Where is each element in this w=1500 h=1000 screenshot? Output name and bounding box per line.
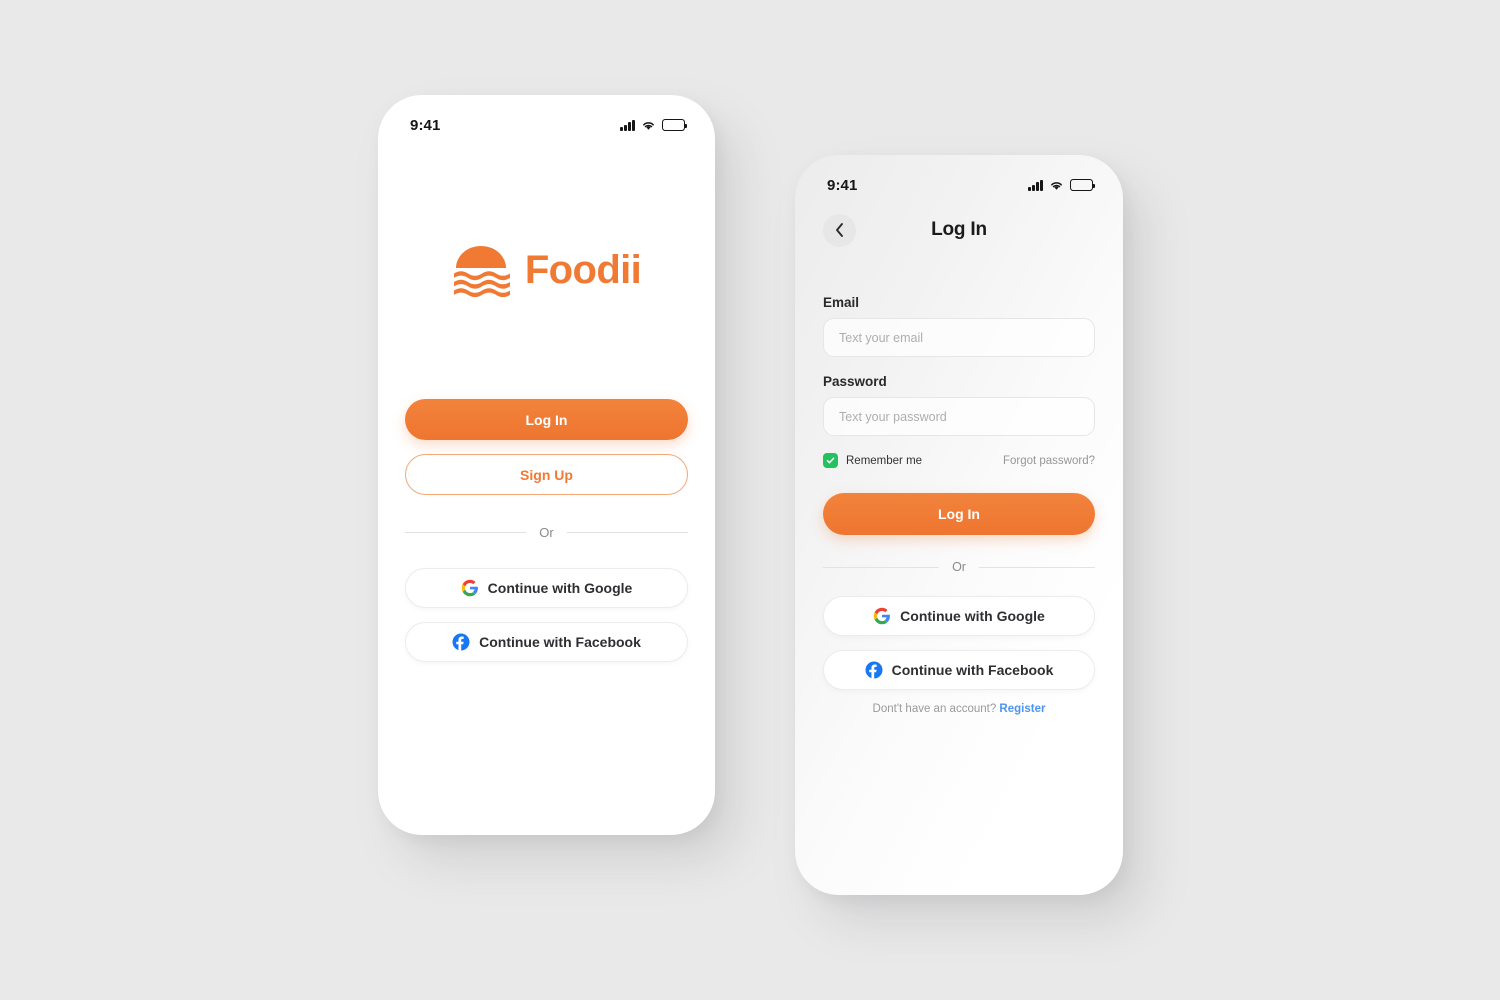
signup-button[interactable]: Sign Up bbox=[405, 454, 688, 495]
social-button-spacer bbox=[823, 636, 1095, 650]
continue-with-facebook-label: Continue with Facebook bbox=[479, 634, 641, 650]
checkbox-checked[interactable] bbox=[823, 453, 838, 468]
google-icon bbox=[873, 607, 891, 625]
remember-row: Remember me Forgot password? bbox=[823, 453, 1095, 468]
login-navbar: Log In bbox=[823, 201, 1095, 259]
register-link[interactable]: Register bbox=[999, 703, 1045, 715]
login-phone-frame: 9:41 Log In Email Password bbox=[795, 155, 1123, 895]
status-icon-group bbox=[1028, 179, 1095, 191]
email-input[interactable] bbox=[823, 318, 1095, 357]
divider-line-right bbox=[978, 566, 1096, 568]
continue-with-facebook-button[interactable]: Continue with Facebook bbox=[823, 650, 1095, 690]
page-title: Log In bbox=[931, 219, 987, 240]
divider-line-left bbox=[405, 532, 527, 533]
continue-with-facebook-label: Continue with Facebook bbox=[891, 662, 1054, 678]
email-label: Email bbox=[823, 295, 860, 310]
cellular-signal-icon bbox=[1028, 179, 1043, 191]
wifi-icon bbox=[1051, 181, 1062, 190]
login-content: Log In Email Password Remember me Forgot… bbox=[795, 201, 1123, 715]
brand-logo: Foodii bbox=[405, 141, 688, 399]
or-divider: Or bbox=[823, 560, 1096, 574]
continue-with-google-button[interactable]: Continue with Google bbox=[823, 596, 1095, 636]
continue-with-google-button[interactable]: Continue with Google bbox=[405, 568, 688, 608]
or-divider: Or bbox=[405, 525, 689, 540]
status-time: 9:41 bbox=[410, 116, 441, 134]
password-label: Password bbox=[823, 374, 887, 389]
battery-full-icon bbox=[662, 119, 687, 131]
button-spacer bbox=[405, 440, 688, 454]
password-field-block: Password bbox=[823, 374, 1095, 436]
wifi-icon bbox=[643, 121, 654, 130]
chevron-left-icon bbox=[836, 223, 843, 237]
google-icon bbox=[461, 579, 479, 597]
welcome-content: Foodii Log In Sign Up Or Continue with G… bbox=[378, 141, 715, 835]
continue-with-google-label: Continue with Google bbox=[487, 580, 633, 596]
remember-me-label: Remember me bbox=[846, 454, 923, 467]
remember-me-checkbox[interactable]: Remember me bbox=[823, 453, 922, 468]
continue-with-google-label: Continue with Google bbox=[900, 608, 1045, 624]
welcome-status-bar: 9:41 bbox=[378, 95, 715, 141]
back-button[interactable] bbox=[823, 213, 856, 247]
forgot-password-link[interactable]: Forgot password? bbox=[1003, 455, 1095, 467]
divider-label: Or bbox=[539, 525, 554, 540]
login-button[interactable]: Log In bbox=[405, 399, 688, 440]
cellular-signal-icon bbox=[620, 119, 635, 131]
checkmark-icon bbox=[826, 457, 835, 464]
register-row: Dont't have an account? Register bbox=[823, 703, 1095, 715]
login-status-bar: 9:41 bbox=[795, 155, 1123, 201]
divider-line-right bbox=[566, 532, 689, 533]
divider-label: Or bbox=[952, 560, 966, 574]
status-time: 9:41 bbox=[827, 176, 858, 194]
foodii-sunrise-wave-logo-icon bbox=[453, 246, 510, 297]
welcome-phone-frame: 9:41 Foodii Log In Sign Up Or Continue w… bbox=[378, 95, 715, 835]
brand-wordmark: Foodii bbox=[524, 247, 642, 292]
status-icon-group bbox=[620, 119, 687, 131]
continue-with-facebook-button[interactable]: Continue with Facebook bbox=[405, 622, 688, 662]
password-input[interactable] bbox=[823, 397, 1095, 436]
social-button-spacer bbox=[405, 608, 688, 622]
register-prompt-label: Dont't have an account? bbox=[872, 703, 997, 715]
login-submit-button[interactable]: Log In bbox=[823, 493, 1095, 535]
facebook-icon bbox=[452, 633, 470, 651]
battery-full-icon bbox=[1070, 179, 1095, 191]
email-field-block: Email bbox=[823, 295, 1095, 357]
facebook-icon bbox=[865, 661, 883, 679]
divider-line-left bbox=[823, 566, 940, 568]
